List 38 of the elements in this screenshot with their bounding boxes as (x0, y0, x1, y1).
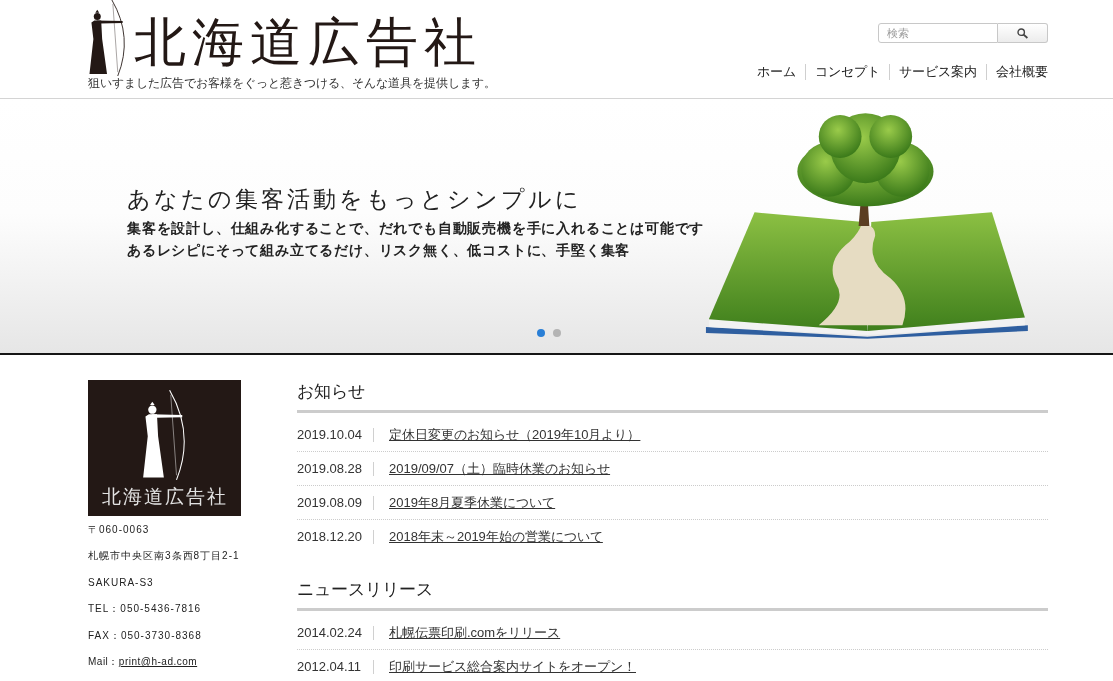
section-heading: ニュースリリース (297, 578, 1048, 611)
search-button[interactable] (998, 23, 1048, 43)
hero-text: あるレシピにそって組み立てるだけ、リスク無く、低コストに、手堅く集客 (127, 241, 632, 260)
news-link[interactable]: 印刷サービス総合案内サイトをオープン！ (389, 659, 636, 675)
archer-logo-icon (88, 0, 128, 76)
archer-logo-icon (141, 390, 188, 480)
mail-label: Mail： (88, 655, 119, 670)
nav-link[interactable]: 会社概要 (986, 64, 1048, 80)
news-link[interactable]: 2019年8月夏季休業について (389, 494, 556, 511)
search-icon (1017, 27, 1028, 39)
hero-heading: あなたの集客活動をもっとシンプルに (127, 185, 583, 213)
slide-dot[interactable] (553, 329, 561, 337)
logo-card-title: 北海道広告社 (101, 486, 228, 508)
news-date: 2014.02.24 (297, 624, 364, 641)
nav-link[interactable]: サービス案内 (889, 64, 986, 80)
address-line: 〒060-0063 (88, 523, 151, 537)
news-date: 2019.08.28 (297, 460, 364, 477)
search-field[interactable]: 検索 (878, 23, 998, 43)
news-link[interactable]: 札幌伝票印刷.comをリリース (389, 624, 561, 641)
hero-text: 集客を設計し、仕組み化することで、だれでも自動販売機を手に入れることは可能です (127, 219, 705, 238)
news-link[interactable]: 2019/09/07（土）臨時休業のお知らせ (389, 460, 611, 477)
nav-link[interactable]: コンセプト (805, 64, 889, 80)
news-link[interactable]: 2018年末～2019年始の営業について (389, 529, 603, 545)
address-line: 札幌市中央区南3条西8丁目2-1 (88, 549, 241, 564)
address-line: SAKURA-S3 (88, 575, 155, 590)
address-line: TEL：050-5436-7816 (88, 602, 203, 617)
site-logo-title: 北海道広告社 (134, 14, 482, 70)
news-link[interactable]: 定休日変更のお知らせ（2019年10月より） (389, 426, 641, 443)
address-line: FAX：050-3730-8368 (88, 628, 203, 643)
nav-link[interactable]: ホーム (757, 64, 805, 80)
section-heading: お知らせ (297, 380, 1048, 413)
news-date: 2012.04.11 (297, 659, 363, 675)
news-date: 2019.08.09 (297, 494, 364, 511)
news-date: 2019.10.04 (297, 426, 364, 443)
mail-link[interactable]: print@h-ad.com (118, 649, 198, 676)
tagline: 狙いすました広告でお客様をぐっと惹きつける、そんな道具を提供します。 (88, 76, 496, 91)
slide-dot[interactable] (537, 329, 545, 337)
news-date: 2018.12.20 (297, 529, 364, 545)
